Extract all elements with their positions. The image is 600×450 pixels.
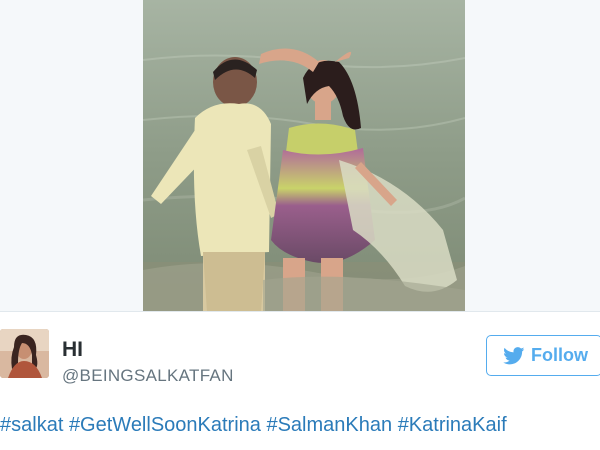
user-display-name[interactable]: HI xyxy=(62,338,83,362)
follow-button-label: Follow xyxy=(531,345,588,365)
hashtag-link[interactable]: #SalmanKhan xyxy=(266,414,392,436)
tweet-text: #salkat #GetWellSoonKatrina #SalmanKhan … xyxy=(0,412,507,438)
hashtag-link[interactable]: #salkat xyxy=(0,414,63,436)
avatar[interactable] xyxy=(0,329,49,378)
follow-button[interactable]: Follow xyxy=(486,335,600,376)
avatar-image xyxy=(0,329,49,378)
user-handle[interactable]: @BEINGSALKATFAN xyxy=(62,365,234,387)
twitter-bird-icon xyxy=(503,346,525,364)
tweet-embed: HI @BEINGSALKATFAN Follow #salkat #GetWe… xyxy=(0,0,600,450)
tweet-media xyxy=(0,0,600,312)
hashtag-link[interactable]: #GetWellSoonKatrina xyxy=(69,414,261,436)
tweet-photo[interactable] xyxy=(143,0,465,312)
hashtag-link[interactable]: #KatrinaKaif xyxy=(398,414,507,436)
media-divider xyxy=(0,311,600,312)
beach-photo-image xyxy=(143,0,465,312)
